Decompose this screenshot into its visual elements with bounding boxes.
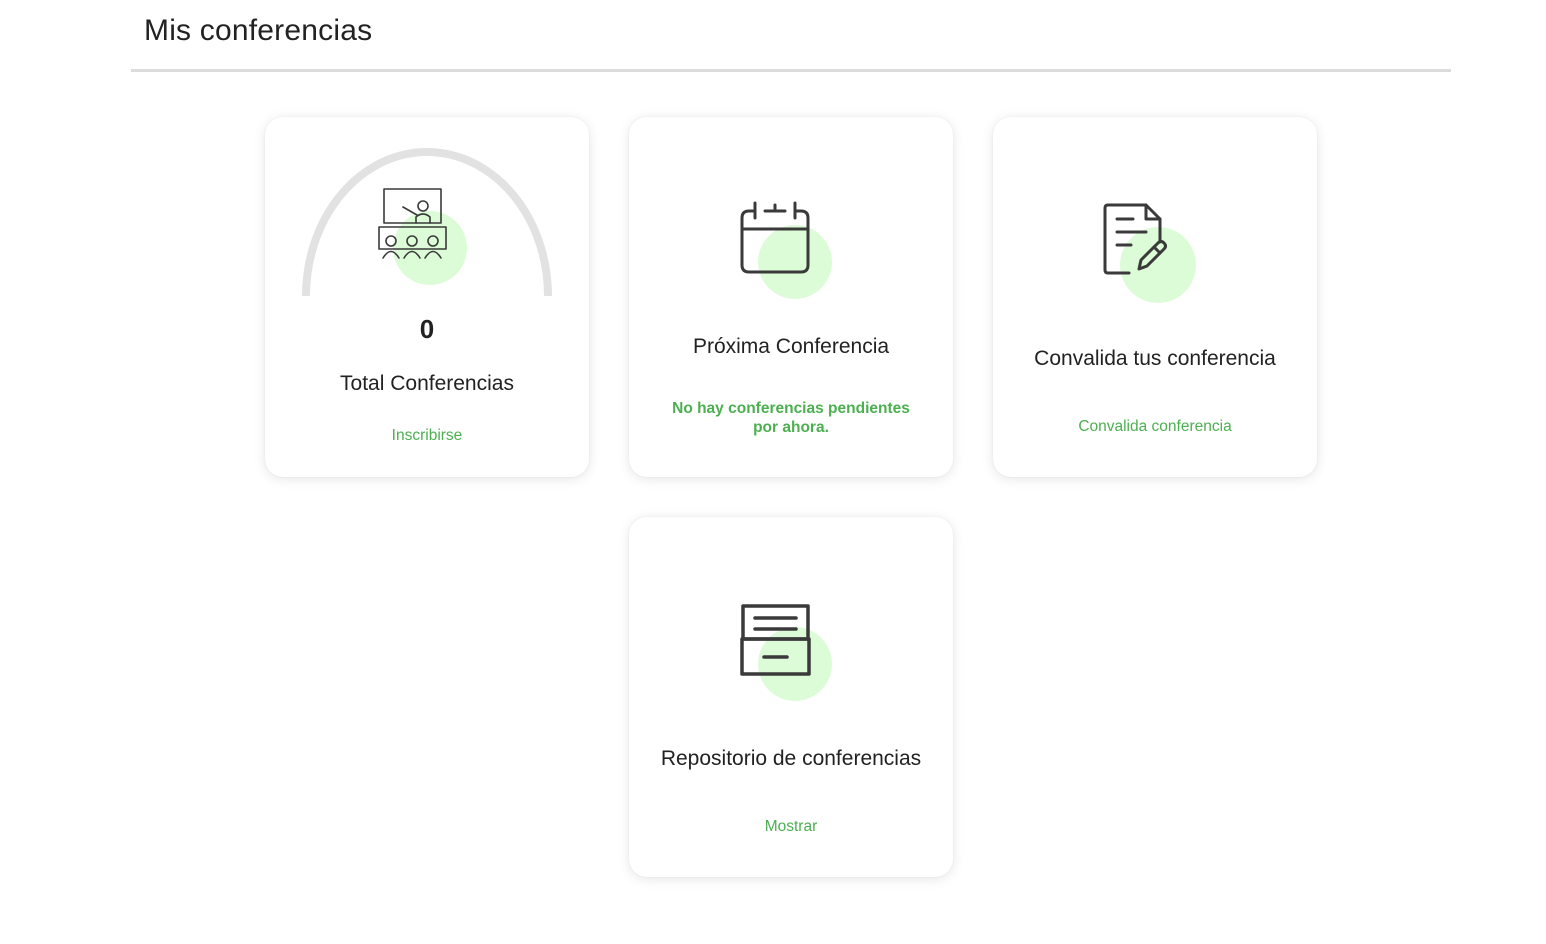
next-conference-card: Próxima Conferencia No hay conferencias …	[629, 117, 953, 477]
enroll-link[interactable]: Inscribirse	[392, 427, 463, 444]
no-pending-conferences-message: No hay conferencias pendientes por ahora…	[672, 400, 910, 436]
page-title: Mis conferencias	[144, 14, 373, 47]
archive-drawer-icon	[740, 604, 811, 676]
repository-title: Repositorio de conferencias	[660, 747, 922, 770]
total-conferences-title: Total Conferencias	[340, 372, 514, 395]
total-conferences-card: 0 Total Conferencias Inscribirse	[265, 117, 589, 477]
conference-repository-card: Repositorio de conferencias Mostrar	[629, 517, 953, 877]
validate-conference-title: Convalida tus conferencia	[1034, 347, 1276, 370]
show-repository-link[interactable]: Mostrar	[765, 818, 818, 835]
next-conference-title: Próxima Conferencia	[692, 335, 890, 358]
title-divider	[131, 69, 1451, 72]
validate-conference-card: Convalida tus conferencia Convalida conf…	[993, 117, 1317, 477]
validate-conference-link[interactable]: Convalida conferencia	[1078, 418, 1231, 435]
document-edit-icon	[1103, 203, 1167, 275]
total-conferences-value: 0	[419, 314, 435, 344]
presentation-classroom-icon	[378, 188, 447, 259]
calendar-icon	[740, 201, 810, 274]
